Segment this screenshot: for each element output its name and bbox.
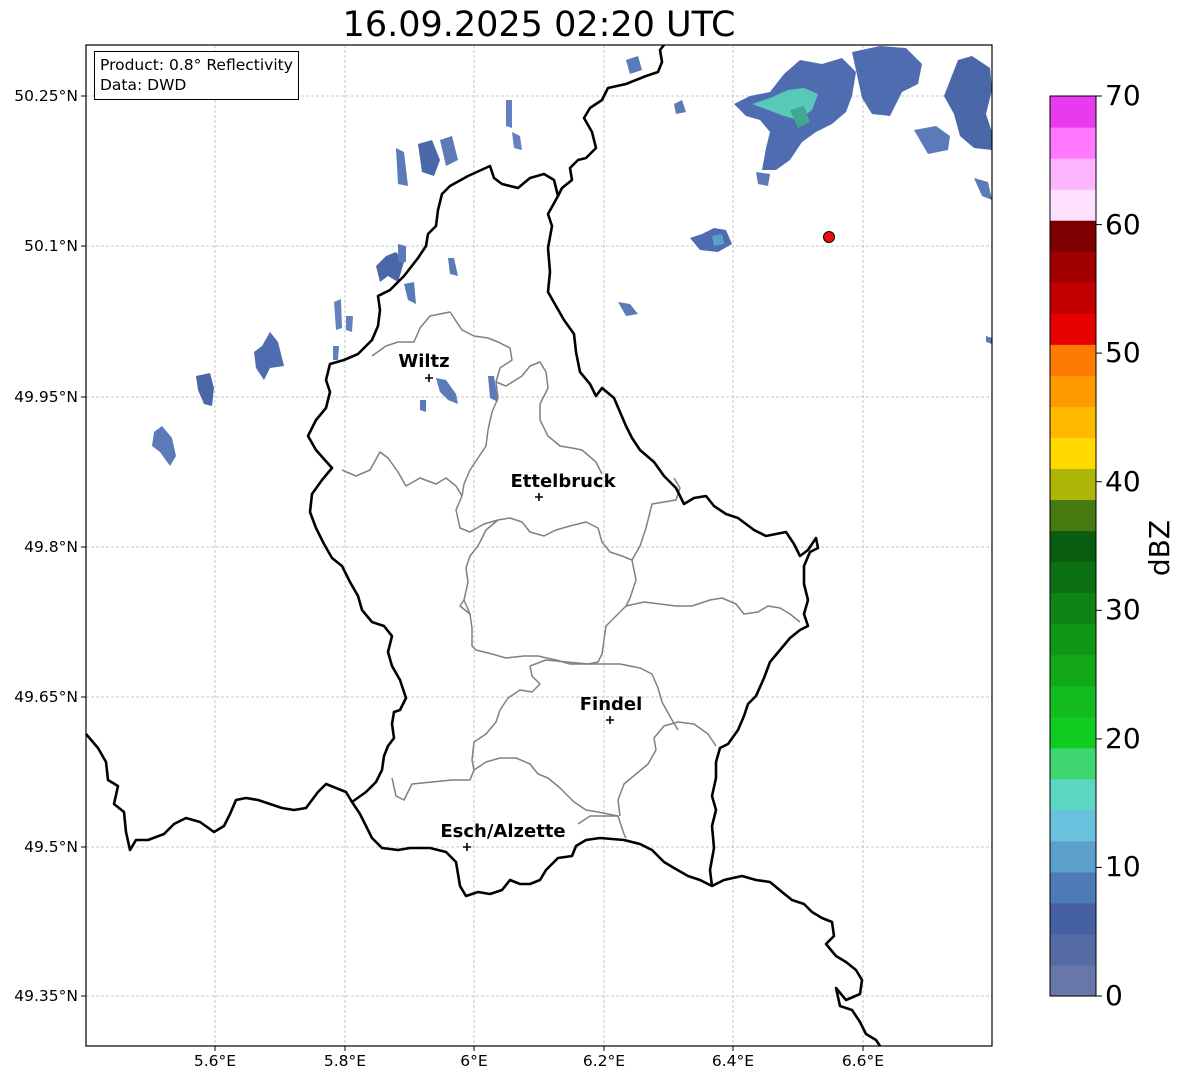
colorbar-segment (1050, 809, 1096, 842)
colorbar-segment (1050, 282, 1096, 314)
lat-tick-label: 49.8°N (24, 538, 78, 556)
colorbar-segment (1050, 685, 1096, 718)
colorbar-segment (1050, 127, 1096, 159)
city-label-esch-alzette: Esch/Alzette (440, 821, 566, 842)
colorbar-segment (1050, 592, 1096, 625)
info-box: Product: 0.8° Reflectivity Data: DWD (94, 51, 299, 100)
data-source-label: Data: DWD (100, 76, 187, 94)
colorbar-segment (1050, 654, 1096, 687)
colorbar-tick-label: 70 (1105, 79, 1141, 112)
map-background (86, 45, 992, 1046)
colorbar-segment (1050, 437, 1096, 470)
lat-tick-label: 50.1°N (24, 237, 78, 255)
map-title: 16.09.2025 02:20 UTC (342, 5, 736, 45)
colorbar-segment (1050, 220, 1096, 252)
location-marker (823, 231, 835, 243)
colorbar-segment (1050, 96, 1096, 128)
lat-tick-label: 49.35°N (14, 987, 78, 1005)
colorbar-segment (1050, 871, 1096, 904)
colorbar-segment (1050, 840, 1096, 873)
echo-cell (346, 316, 353, 332)
colorbar-tick-label: 40 (1105, 464, 1141, 498)
colorbar-segment (1050, 499, 1096, 532)
lon-tick-label: 6.4°E (711, 1052, 755, 1070)
colorbar-segment (1050, 902, 1096, 935)
radar-map-figure (81, 44, 1102, 1051)
colorbar-segment (1050, 716, 1096, 749)
colorbar-segment (1050, 406, 1096, 438)
colorbar-tick-label: 30 (1105, 593, 1141, 627)
echo-core (712, 234, 724, 246)
colorbar-segment (1050, 375, 1096, 407)
lat-tick-label: 49.95°N (14, 388, 78, 406)
lat-tick-label: 49.5°N (24, 838, 78, 856)
echo-cell (506, 100, 512, 128)
colorbar-segment (1050, 251, 1096, 283)
colorbar (1050, 96, 1096, 997)
colorbar-tick-label: 10 (1105, 850, 1141, 884)
lon-tick-label: 6.2°E (582, 1052, 626, 1070)
colorbar-axis-label: dBZ (1143, 519, 1176, 577)
colorbar-tick-label: 60 (1105, 207, 1141, 241)
lon-tick-label: 5.8°E (323, 1052, 367, 1070)
colorbar-ticks (1096, 95, 1102, 997)
echo-cell (398, 244, 406, 262)
city-label-wiltz: Wiltz (398, 351, 450, 372)
echo-cell (333, 346, 339, 360)
product-label: Product: 0.8° Reflectivity (100, 56, 293, 74)
lat-tick-label: 49.65°N (14, 688, 78, 706)
echo-cell (420, 400, 426, 412)
lon-tick-label: 5.6°E (193, 1052, 237, 1070)
lat-tick-label: 50.25°N (14, 87, 78, 105)
colorbar-segment (1050, 933, 1096, 966)
colorbar-segment (1050, 561, 1096, 594)
colorbar-tick-label: 0 (1105, 979, 1123, 1012)
lon-tick-label: 6.6°E (841, 1052, 885, 1070)
colorbar-segment (1050, 964, 1096, 997)
colorbar-segment (1050, 344, 1096, 376)
echo-cell (756, 172, 770, 186)
colorbar-segment (1050, 747, 1096, 780)
colorbar-tick-label: 50 (1105, 336, 1141, 370)
city-label-findel: Findel (579, 694, 643, 715)
colorbar-segment (1050, 468, 1096, 501)
colorbar-segment (1050, 623, 1096, 656)
colorbar-tick-label: 20 (1105, 721, 1141, 755)
colorbar-segment (1050, 530, 1096, 563)
colorbar-segment (1050, 189, 1096, 221)
colorbar-segment (1050, 778, 1096, 811)
colorbar-segment (1050, 158, 1096, 190)
city-label-ettelbruck: Ettelbruck (510, 471, 616, 492)
colorbar-segment (1050, 313, 1096, 345)
lon-tick-label: 6°E (460, 1052, 488, 1070)
